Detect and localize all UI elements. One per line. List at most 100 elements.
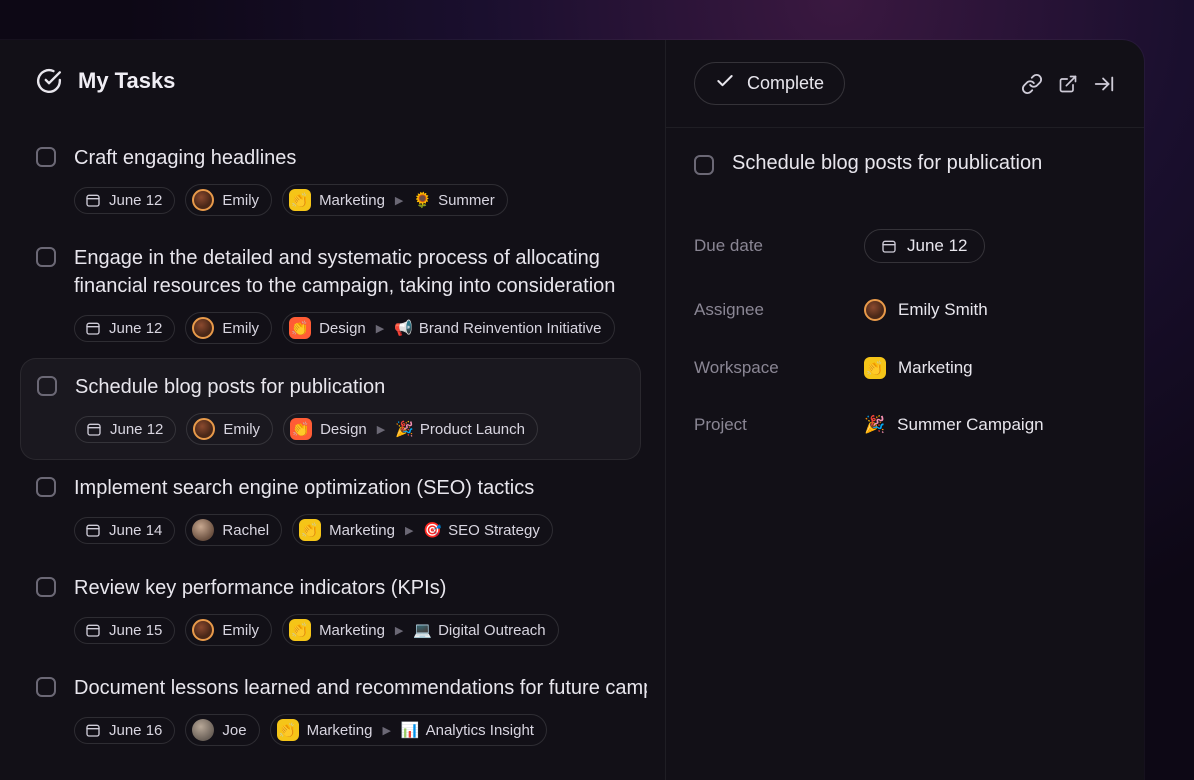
task-list: Craft engaging headlinesJune 12Emily👏Mar… xyxy=(36,130,665,760)
avatar xyxy=(193,418,215,440)
task-checkbox[interactable] xyxy=(37,376,57,396)
date-value: June 12 xyxy=(109,320,162,337)
collapse-panel-icon[interactable] xyxy=(1092,72,1116,96)
date-chip[interactable]: June 14 xyxy=(74,517,175,544)
workspace-icon: 👏 xyxy=(289,317,311,339)
project-badge: 🌻Summer xyxy=(413,191,494,209)
field-label: Project xyxy=(694,415,864,435)
assignee-chip[interactable]: Emily xyxy=(185,312,272,344)
calendar-icon xyxy=(85,622,101,638)
project-emoji-icon: 🎉 xyxy=(864,415,885,435)
workspace-name: Marketing xyxy=(319,192,385,209)
task-body: Schedule blog posts for publicationJune … xyxy=(75,373,538,445)
date-chip[interactable]: June 15 xyxy=(74,617,175,644)
field-label: Assignee xyxy=(694,300,864,320)
workspace-value[interactable]: 👏 Marketing xyxy=(864,357,973,379)
task-body: Implement search engine optimization (SE… xyxy=(74,474,553,546)
task-title: Engage in the detailed and systematic pr… xyxy=(74,244,647,300)
task-title: Craft engaging headlines xyxy=(74,144,508,172)
task-row[interactable]: Engage in the detailed and systematic pr… xyxy=(36,230,665,358)
workspace-chip[interactable]: 👏Design▶📢Brand Reinvention Initiative xyxy=(282,312,614,344)
field-label: Workspace xyxy=(694,358,864,378)
task-body: Document lessons learned and recommendat… xyxy=(74,674,647,746)
assignee-chip[interactable]: Emily xyxy=(185,614,272,646)
assignee-name: Emily xyxy=(222,192,259,209)
workspace-chip[interactable]: 👏Marketing▶🌻Summer xyxy=(282,184,508,216)
project-badge: 📊Analytics Insight xyxy=(401,721,534,739)
assignee-chip[interactable]: Rachel xyxy=(185,514,282,546)
task-row[interactable]: Schedule blog posts for publicationJune … xyxy=(20,358,641,460)
task-checkbox[interactable] xyxy=(36,677,56,697)
project-emoji-icon: 📢 xyxy=(394,319,413,337)
date-chip[interactable]: June 16 xyxy=(74,717,175,744)
detail-checkbox[interactable] xyxy=(694,155,714,175)
calendar-icon xyxy=(85,722,101,738)
avatar xyxy=(192,317,214,339)
task-title: Implement search engine optimization (SE… xyxy=(74,474,553,502)
chevron-right-icon: ▶ xyxy=(375,423,387,436)
detail-header: Complete xyxy=(666,40,1144,128)
avatar xyxy=(192,189,214,211)
workspace-icon: 👏 xyxy=(277,719,299,741)
task-row[interactable]: Implement search engine optimization (SE… xyxy=(36,460,665,560)
task-title: Review key performance indicators (KPIs) xyxy=(74,574,559,602)
workspace-name: Marketing xyxy=(898,358,973,378)
workspace-name: Design xyxy=(319,320,366,337)
project-badge: 🎯SEO Strategy xyxy=(423,521,539,539)
workspace-chip[interactable]: 👏 Design ▶ 🎉Product Launch xyxy=(283,413,538,445)
task-chips: June 16Joe👏Marketing▶📊Analytics Insight xyxy=(74,714,647,746)
task-checkbox[interactable] xyxy=(36,247,56,267)
date-chip[interactable]: June 12 xyxy=(74,187,175,214)
detail-body: Schedule blog posts for publication Due … xyxy=(666,128,1144,477)
field-label: Due date xyxy=(694,236,864,256)
calendar-icon xyxy=(86,421,102,437)
due-date-chip[interactable]: June 12 xyxy=(864,229,985,263)
assignee-name: Rachel xyxy=(222,522,269,539)
workspace-name: Design xyxy=(320,421,367,438)
field-project: Project 🎉 Summer Campaign xyxy=(694,397,1116,453)
workspace-chip[interactable]: 👏Marketing▶📊Analytics Insight xyxy=(270,714,547,746)
complete-button[interactable]: Complete xyxy=(694,62,845,105)
task-body: Engage in the detailed and systematic pr… xyxy=(74,244,647,344)
workspace-icon: 👏 xyxy=(290,418,312,440)
assignee-chip[interactable]: Joe xyxy=(185,714,259,746)
workspace-icon: 👏 xyxy=(289,189,311,211)
task-checkbox[interactable] xyxy=(36,147,56,167)
project-badge: 📢Brand Reinvention Initiative xyxy=(394,319,601,337)
assignee-value[interactable]: Emily Smith xyxy=(864,299,988,321)
project-emoji-icon: 📊 xyxy=(401,721,420,739)
workspace-name: Marketing xyxy=(307,722,373,739)
chevron-right-icon: ▶ xyxy=(403,524,415,537)
project-badge: 🎉Product Launch xyxy=(395,420,525,438)
task-checkbox[interactable] xyxy=(36,577,56,597)
workspace-chip[interactable]: 👏Marketing▶💻Digital Outreach xyxy=(282,614,559,646)
link-icon[interactable] xyxy=(1020,72,1044,96)
avatar xyxy=(192,719,214,741)
avatar xyxy=(192,619,214,641)
task-chips: June 15 Emily 👏Marketing▶💻Digital Outreach xyxy=(74,614,559,646)
assignee-chip[interactable]: Emily xyxy=(186,413,273,445)
task-chips: June 12Emily👏Marketing▶🌻Summer xyxy=(74,184,508,216)
page-title: My Tasks xyxy=(78,68,175,94)
workspace-chip[interactable]: 👏Marketing▶🎯SEO Strategy xyxy=(292,514,553,546)
task-row[interactable]: Document lessons learned and recommendat… xyxy=(36,660,665,760)
project-name: Summer xyxy=(438,192,495,209)
project-value[interactable]: 🎉 Summer Campaign xyxy=(864,415,1044,435)
assignee-name: Emily xyxy=(222,622,259,639)
task-row[interactable]: Craft engaging headlines June 12 Emily 👏 Mar… xyxy=(36,130,665,230)
task-row[interactable]: Review key performance indicators (KPIs)… xyxy=(36,560,665,660)
calendar-icon xyxy=(85,320,101,336)
due-date-value: June 12 xyxy=(907,236,968,256)
date-chip[interactable]: June 12 xyxy=(74,315,175,342)
date-chip[interactable]: June 12 xyxy=(75,416,176,443)
assignee-name: Emily xyxy=(222,320,259,337)
assignee-chip[interactable]: Emily xyxy=(185,184,272,216)
detail-title: Schedule blog posts for publication xyxy=(732,152,1042,175)
avatar xyxy=(192,519,214,541)
app-window: My Tasks Craft engaging headlines June 12… xyxy=(0,40,1144,780)
task-checkbox[interactable] xyxy=(36,477,56,497)
project-emoji-icon: 💻 xyxy=(413,621,432,639)
open-external-icon[interactable] xyxy=(1056,72,1080,96)
check-icon xyxy=(715,71,735,96)
avatar xyxy=(864,299,886,321)
